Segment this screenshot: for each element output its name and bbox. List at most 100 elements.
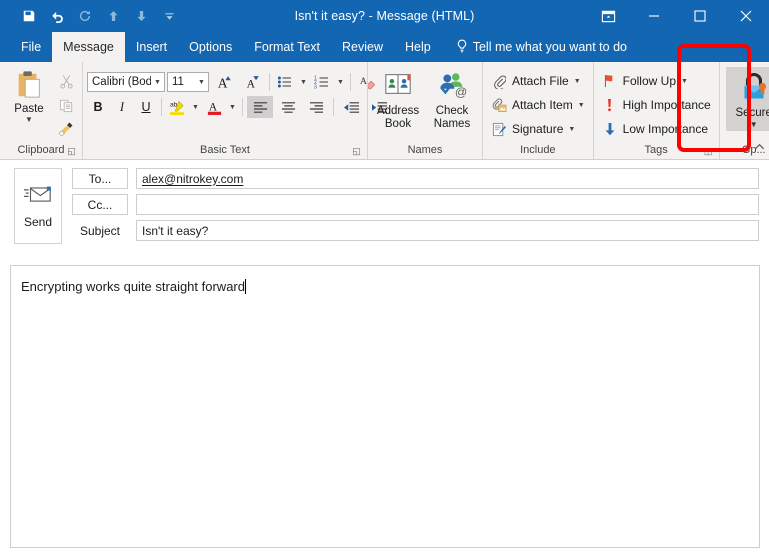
address-book-button[interactable]: Address Book (372, 67, 424, 131)
tab-file[interactable]: File (10, 32, 52, 62)
tell-me-search[interactable]: Tell me what you want to do (442, 32, 637, 62)
follow-up-button[interactable]: Follow Up ▼ (598, 69, 715, 93)
decrease-indent-button[interactable] (338, 96, 364, 118)
clipboard-group-label: Clipboard ◱ (4, 144, 78, 159)
high-importance-label: High Importance (623, 98, 711, 112)
low-importance-button[interactable]: Low Importance (598, 117, 715, 141)
secure-button[interactable]: Secure ▼ (726, 67, 769, 131)
window-controls (585, 0, 769, 32)
svg-text:@: @ (455, 85, 467, 99)
check-names-button[interactable]: @ Check Names (426, 67, 478, 131)
clipboard-dialog-launcher[interactable]: ◱ (67, 147, 76, 156)
copy-button[interactable] (54, 94, 78, 116)
subject-input[interactable]: Isn't it easy? (136, 220, 759, 241)
secure-lock-envelope-icon (737, 70, 769, 107)
divider (242, 98, 243, 116)
cut-button[interactable] (54, 70, 78, 92)
bold-button[interactable]: B (87, 96, 109, 118)
attach-file-button[interactable]: Attach File ▼ (487, 69, 589, 93)
to-button[interactable]: To... (72, 168, 128, 189)
lightbulb-icon (456, 39, 468, 56)
grow-font-button[interactable]: A (211, 71, 237, 93)
attach-item-icon (491, 97, 507, 113)
divider (333, 98, 334, 116)
signature-button[interactable]: Signature ▼ (487, 117, 589, 141)
chevron-down-icon[interactable]: ▼ (578, 102, 585, 109)
close-icon[interactable] (723, 0, 769, 32)
move-up-icon[interactable] (100, 3, 126, 29)
subject-row: Subject Isn't it easy? (72, 220, 759, 241)
message-body-editor[interactable]: Encrypting works quite straight forward (10, 265, 760, 548)
ribbon-display-options-icon[interactable] (585, 0, 631, 32)
shrink-font-button[interactable]: A (239, 71, 265, 93)
tab-help[interactable]: Help (394, 32, 442, 62)
chevron-down-icon[interactable]: ▼ (151, 79, 164, 86)
paste-icon (14, 69, 44, 102)
outlook-compose-window: Isn't it easy? - Message (HTML) File Mes… (0, 0, 769, 560)
chevron-down-icon[interactable]: ▼ (681, 78, 688, 85)
undo-icon[interactable] (44, 3, 70, 29)
bullets-button[interactable] (274, 71, 296, 93)
align-center-button[interactable] (275, 96, 301, 118)
font-row: Calibri (Bod ▼ 11 ▼ A A (87, 71, 392, 93)
highlight-dropdown-caret-icon[interactable]: ▼ (190, 104, 201, 111)
attach-item-button[interactable]: Attach Item ▼ (487, 93, 589, 117)
minimize-icon[interactable] (631, 0, 677, 32)
paste-label: Paste (14, 103, 43, 115)
redo-icon[interactable] (72, 3, 98, 29)
save-icon[interactable] (16, 3, 42, 29)
ribbon-group-tags: Follow Up ▼ High Importance Low Import (593, 62, 719, 159)
format-painter-button[interactable] (54, 118, 78, 140)
numbering-button[interactable]: 123 (311, 71, 333, 93)
bullets-dropdown-caret-icon[interactable]: ▼ (298, 79, 309, 86)
secure-dropdown-caret-icon[interactable]: ▼ (750, 121, 758, 129)
address-book-label: Address Book (372, 105, 424, 131)
tags-dialog-launcher[interactable]: ◱ (704, 147, 713, 156)
ribbon-group-clipboard: Paste ▼ Clipboard ◱ (0, 62, 82, 159)
italic-button[interactable]: I (111, 96, 133, 118)
align-left-button[interactable] (247, 96, 273, 118)
text-highlight-button[interactable]: ab (166, 96, 188, 118)
paste-dropdown-caret-icon[interactable]: ▼ (25, 116, 33, 123)
align-right-button[interactable] (303, 96, 329, 118)
tab-message[interactable]: Message (52, 32, 125, 62)
chevron-down-icon[interactable]: ▼ (574, 78, 581, 85)
tab-format-text[interactable]: Format Text (243, 32, 331, 62)
attach-file-label: Attach File (512, 74, 569, 88)
low-importance-label: Low Importance (623, 122, 708, 136)
formatting-row: B I U ab ▼ A ▼ (87, 96, 392, 118)
ribbon-group-include: Attach File ▼ Attach Item ▼ (482, 62, 593, 159)
ribbon-tabs: File Message Insert Options Format Text … (0, 32, 769, 62)
send-button[interactable]: Send (14, 168, 62, 244)
down-arrow-icon (602, 121, 618, 137)
maximize-icon[interactable] (677, 0, 723, 32)
chevron-down-icon[interactable]: ▼ (568, 126, 575, 133)
svg-text:3: 3 (314, 85, 317, 91)
cc-button[interactable]: Cc... (72, 194, 128, 215)
compose-header: Send To... alex@nitrokey.com Cc... Subje… (0, 160, 769, 250)
ribbon-group-names: Address Book @ Check Names Names (367, 62, 482, 159)
move-down-icon[interactable] (128, 3, 154, 29)
tell-me-label: Tell me what you want to do (473, 40, 627, 54)
flag-icon (602, 73, 618, 89)
paste-button[interactable]: Paste ▼ (4, 67, 54, 123)
divider (269, 73, 270, 91)
underline-button[interactable]: U (135, 96, 157, 118)
collapse-ribbon-icon[interactable] (754, 142, 765, 156)
numbering-dropdown-caret-icon[interactable]: ▼ (335, 79, 346, 86)
chevron-down-icon[interactable]: ▼ (195, 79, 208, 86)
tab-review[interactable]: Review (331, 32, 394, 62)
divider (350, 73, 351, 91)
basic-text-dialog-launcher[interactable]: ◱ (352, 147, 361, 156)
font-size-combo[interactable]: 11 ▼ (167, 72, 209, 92)
tab-insert[interactable]: Insert (125, 32, 178, 62)
font-name-combo[interactable]: Calibri (Bod ▼ (87, 72, 165, 92)
font-color-button[interactable]: A (203, 96, 225, 118)
customize-quick-access-icon[interactable] (156, 3, 182, 29)
cc-row: Cc... (72, 194, 759, 215)
high-importance-button[interactable]: High Importance (598, 93, 715, 117)
font-color-dropdown-caret-icon[interactable]: ▼ (227, 104, 238, 111)
tab-options[interactable]: Options (178, 32, 243, 62)
cc-input[interactable] (136, 194, 759, 215)
to-input[interactable]: alex@nitrokey.com (136, 168, 759, 189)
